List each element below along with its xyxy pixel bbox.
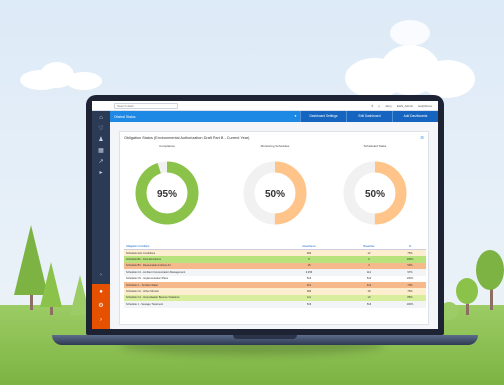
column-header[interactable]: Issue/Items [274,245,344,248]
people-icon[interactable]: ♟ [97,136,105,144]
cloud [420,60,475,98]
table-cell: 97% [407,270,413,274]
table-cell: 516 [306,277,312,281]
gauge-label: Monitoring Schedules [260,144,290,148]
table-cell: 75% [407,251,413,255]
table-cell: 382 [306,290,312,294]
chevron-down-icon: ▼ [294,114,297,118]
gauge-value: 50% [365,189,385,200]
gauge-monitoring-schedules: Monitoring Schedules 50% [232,144,318,236]
laptop-base-groove [233,335,297,339]
gauge-donut: 95% [135,161,199,225]
megaphone-icon[interactable]: ▸ [97,169,105,177]
table-cell: 75% [407,290,413,294]
top-bar: Search dash ⚲ ▯ Jerry EHS_Admin Help/Doc… [92,101,438,111]
menu-icon[interactable]: ☰ [420,135,424,140]
table-cell: Schedule C - Surface Water [126,283,159,287]
table-cell: 0 [368,258,370,262]
table-cell: 119 [306,283,312,287]
table-cell: 516 [366,277,372,281]
table-cell: 8 [308,258,310,262]
table-cell: 70% [407,283,413,287]
round-tree [476,250,504,290]
dashboard-nav: Obstral Status ▼ Dashboard Settings Edit… [110,111,438,122]
column-header[interactable]: % [394,245,426,248]
column-header[interactable]: Breaches [344,245,394,248]
role-menu[interactable]: EHS_Admin [397,104,413,108]
collapse-icon[interactable]: › [97,316,105,324]
top-bar-right: ⚲ ▯ Jerry EHS_Admin Help/Docs [371,104,438,108]
home-icon[interactable]: ⌂ [97,114,105,122]
edit-dashboard-button[interactable]: Edit Dashboard [346,111,392,122]
table-cell: 18 [307,264,311,268]
table-cell: 100% [406,302,414,306]
obligation-table: Obligation Condition Issue/Items Breache… [124,244,426,308]
column-header[interactable]: Obligation Condition [124,245,274,248]
table-cell: 112 [366,270,372,274]
table-cell: 3 [368,264,370,268]
round-tree [456,278,478,304]
gauge-value: 95% [157,189,177,200]
gauge-compliance: Compliance 95% [124,144,210,236]
table-cell: Schedule Aws Conditions [126,251,156,255]
panel-title: Obligation Status (Environmental Authori… [124,136,250,140]
table-cell: Schedule 1 - Sewage Treatment [126,302,164,306]
table-cell: Schedule B2 - Dust Emissions [126,258,161,262]
calendar-icon[interactable]: ▦ [97,147,105,155]
gauge-donut: 50% [343,161,407,225]
sidebar-footer: ● ⚙ › [92,284,110,329]
link-icon[interactable]: ↗ [97,158,105,166]
dashboard-select-value: Obstral Status [114,114,136,119]
gauge-label: Scheduled Tasks [363,144,387,148]
table-cell: 100% [406,258,414,262]
heart-icon[interactable]: ♡ [97,125,105,133]
table-cell: 3,456 [305,270,313,274]
laptop-screen: Search dash ⚲ ▯ Jerry EHS_Admin Help/Doc… [92,101,438,329]
search-icon[interactable]: ⚲ [371,104,373,108]
table-cell: Schedule C2 - Other Monitor [126,290,160,294]
table-cell: Schedule C4 - Ambient Concentration Mana… [126,270,186,274]
gauge-label: Compliance [159,144,175,148]
phone-icon[interactable]: ▯ [378,104,380,108]
table-cell: Schedule C5 - Implementation Plans [126,277,169,281]
table-cell: Schedule C4 - Groundwater Bounce Violati… [126,296,180,300]
gauge-donut: 50% [243,161,307,225]
user-menu[interactable]: Jerry [385,104,392,108]
expand-icon[interactable]: › [97,271,105,279]
table-cell: Schedule B3 - Reasonable Ambient Air [126,264,171,268]
gear-icon[interactable]: ⚙ [97,302,105,310]
dashboard-settings-button[interactable]: Dashboard Settings [300,111,346,122]
sidebar: ⌂ ♡ ♟ ▦ ↗ ▸ › ● ⚙ › [92,111,110,329]
table-cell: 50% [407,264,413,268]
obligation-status-panel: Obligation Status (Environmental Authori… [119,131,429,325]
dashboard-select[interactable]: Obstral Status ▼ [110,111,300,122]
table-cell: 111 [307,296,311,300]
cloud [66,72,102,90]
table-cell: 12 [367,251,371,255]
lock-icon[interactable]: ● [97,288,105,296]
gauge-scheduled-tasks: Scheduled Tasks 50% [332,144,418,236]
table-cell: 516 [366,302,372,306]
table-cell: 422 [366,283,372,287]
table-cell: 100% [406,277,414,281]
help-link[interactable]: Help/Docs [418,104,432,108]
table-cell: 10 [367,296,371,300]
gauge-value: 50% [265,189,285,200]
table-body: Schedule Aws Conditions 482 12 75% Schedule … [124,250,426,308]
table-cell: 516 [306,302,312,306]
table-cell: 85% [407,296,413,300]
cloud [390,20,430,46]
search-input[interactable]: Search dash [114,102,178,109]
table-cell: 18 [367,290,371,294]
pine-tree [40,262,62,307]
table-row[interactable]: Schedule 1 - Sewage Treatment 516 516 100% [124,301,426,308]
add-dashboards-button[interactable]: Add Dashboards [392,111,438,122]
table-cell: 482 [306,251,312,255]
